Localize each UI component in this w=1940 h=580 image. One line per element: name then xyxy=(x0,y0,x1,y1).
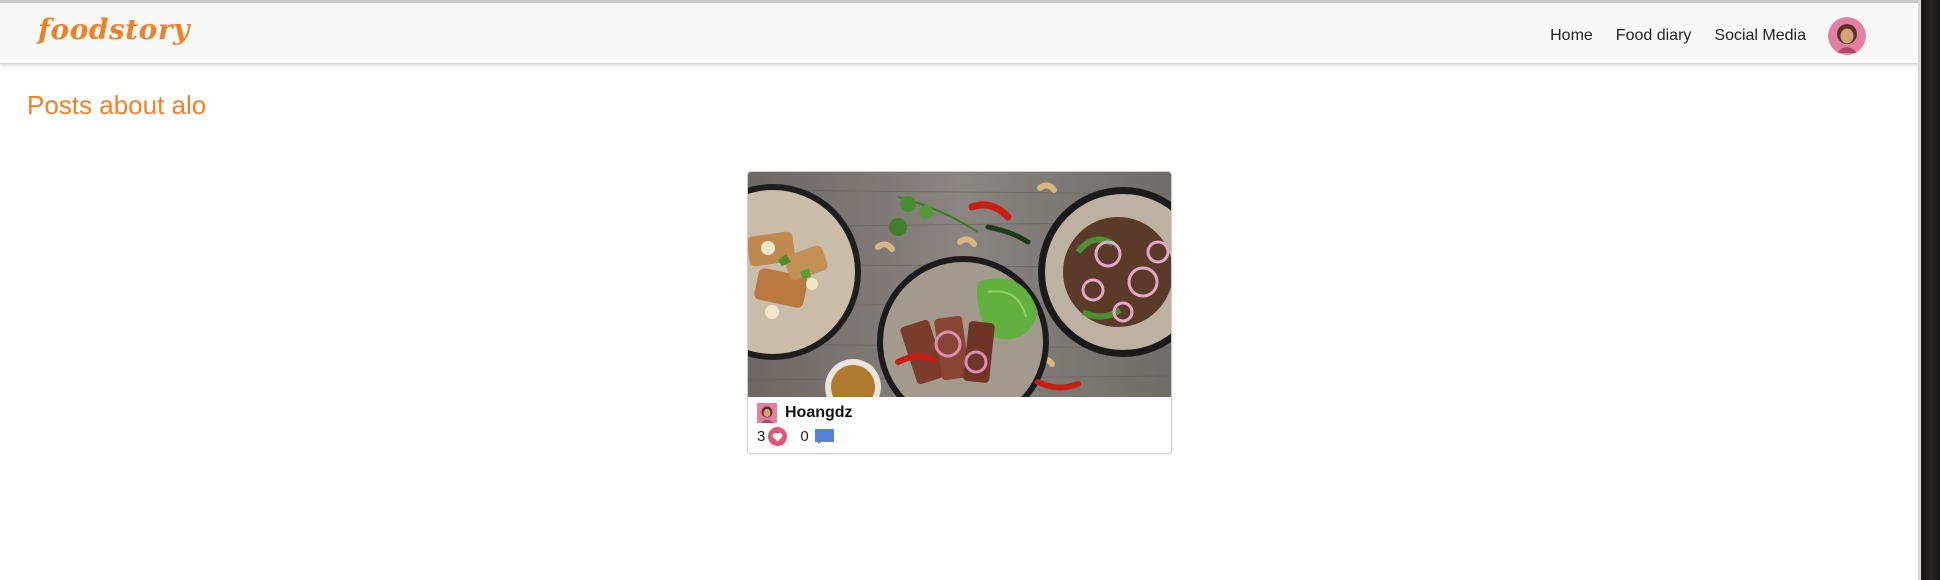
comments-count: 0 xyxy=(800,428,809,445)
user-avatar-icon[interactable] xyxy=(1828,17,1866,55)
navbar: foodstory Home Food diary Social Media xyxy=(0,3,1918,64)
nav-home[interactable]: Home xyxy=(1550,27,1593,45)
likes-count: 3 xyxy=(757,428,766,445)
heart-icon[interactable] xyxy=(768,427,788,446)
comment-icon[interactable] xyxy=(814,429,834,444)
post-footer: Hoangdz 3 0 xyxy=(748,397,1171,453)
user-avatar-image xyxy=(1828,17,1866,55)
author-avatar-icon[interactable] xyxy=(757,403,777,423)
brand-logo[interactable]: foodstory xyxy=(38,13,190,46)
nav-links: Home Food diary Social Media xyxy=(1550,16,1866,56)
page-title: Posts about alo xyxy=(27,90,207,120)
nav-social-media[interactable]: Social Media xyxy=(1714,27,1806,45)
post-author: Hoangdz xyxy=(757,403,853,423)
heart-shape xyxy=(772,432,783,442)
author-avatar-image xyxy=(757,403,777,423)
post-card[interactable]: Hoangdz 3 0 xyxy=(747,171,1172,454)
window-edge-border xyxy=(1918,0,1921,580)
nav-food-diary[interactable]: Food diary xyxy=(1616,27,1692,45)
food-photo xyxy=(748,172,1171,397)
comment-shape xyxy=(814,429,834,444)
author-name[interactable]: Hoangdz xyxy=(785,404,853,422)
window-edge xyxy=(1918,0,1940,580)
post-stats: 3 0 xyxy=(757,427,834,446)
